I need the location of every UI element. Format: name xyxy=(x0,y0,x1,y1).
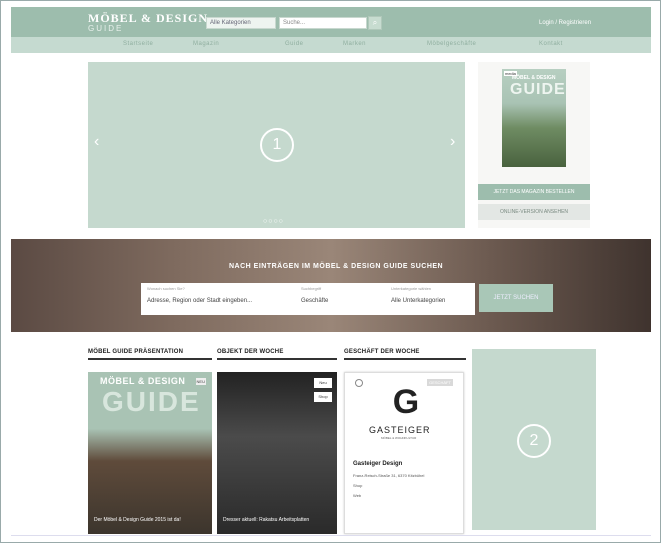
order-magazine-button[interactable]: JETZT DAS MAGAZIN BESTELLEN xyxy=(478,184,590,200)
card-badge: Shop xyxy=(314,392,332,402)
favorite-icon[interactable] xyxy=(355,379,363,387)
new-badge: NEU xyxy=(195,378,206,385)
site-logo-subtitle[interactable]: GUIDE xyxy=(88,24,123,33)
search-input[interactable]: Suche... xyxy=(279,17,367,29)
section-heading-objekt: OBJEKT DER WOCHE xyxy=(217,349,284,355)
slider-dots[interactable]: ○○○○ xyxy=(263,218,284,225)
shop-of-week-card[interactable]: GESCHÄFT G GASTEIGER MÖBEL & WOHNKULTUR … xyxy=(344,372,464,534)
card-badge: Neu xyxy=(314,378,332,388)
nav-item-magazin[interactable]: Magazin xyxy=(193,41,219,47)
magazine-panel: media MÖBEL & DESIGN GUIDE JETZT DAS MAG… xyxy=(478,62,590,228)
gasteiger-logo: G xyxy=(392,383,420,421)
shop-link[interactable]: Shop xyxy=(353,483,362,488)
nav-item-kontakt[interactable]: Kontakt xyxy=(539,41,563,47)
card-guide-text: GUIDE xyxy=(102,386,201,417)
section-heading-praesentation: MÖBEL GUIDE PRÄSENTATION xyxy=(88,349,184,355)
ad-placeholder[interactable]: 2 xyxy=(472,349,596,530)
chevron-left-icon[interactable]: ‹ xyxy=(94,134,99,150)
shop-address: Franz-Reisch-Straße 31, 6370 Kitzbühel xyxy=(353,473,425,478)
hero-slider[interactable]: ‹ › 1 ○○○○ xyxy=(88,62,465,228)
where-input[interactable]: Adresse, Region oder Stadt eingeben... xyxy=(147,298,252,304)
nav-item-guide[interactable]: Guide xyxy=(285,41,304,47)
card-caption[interactable]: Dresser aktuell: Rakatsu Arbeitsplatten xyxy=(223,517,331,524)
section-divider xyxy=(344,358,466,360)
top-header-bar: MÖBEL & DESIGN GUIDE Alle Kategorien Suc… xyxy=(11,7,651,37)
search-form: Wonach suchen Sie? Adresse, Region oder … xyxy=(141,283,475,315)
chevron-right-icon[interactable]: › xyxy=(450,134,455,150)
subcategory-select[interactable]: Alle Unterkategorien xyxy=(391,298,445,304)
ad-marker: 2 xyxy=(517,424,551,458)
search-band-title: NACH EINTRÄGEN IM MÖBEL & DESIGN GUIDE S… xyxy=(229,263,444,270)
presentation-card[interactable]: MÖBEL & DESIGN GUIDE NEU Der Möbel & Des… xyxy=(88,372,212,534)
section-divider xyxy=(217,358,337,360)
search-band: NACH EINTRÄGEN IM MÖBEL & DESIGN GUIDE S… xyxy=(11,239,651,332)
nav-item-moebelgeschaefte[interactable]: Möbelgeschäfte xyxy=(427,41,476,47)
main-nav: Startseite Magazin Guide Marken Möbelges… xyxy=(11,37,651,53)
shop-name-logo: GASTEIGER xyxy=(369,425,431,435)
subcategory-label: Unterkategorie wählen xyxy=(391,286,432,291)
type-select[interactable]: Geschäfte xyxy=(301,298,328,304)
section-heading-geschaeft: GESCHÄFT DER WOCHE xyxy=(344,349,420,355)
nav-item-startseite[interactable]: Startseite xyxy=(123,41,153,47)
shop-subtitle: MÖBEL & WOHNKULTUR xyxy=(381,436,417,440)
online-version-button[interactable]: ONLINE-VERSION ANSEHEN xyxy=(478,204,590,220)
shop-title[interactable]: Gasteiger Design xyxy=(353,461,402,467)
login-link[interactable]: Login / Registrieren xyxy=(539,20,591,26)
hero-marker: 1 xyxy=(260,128,294,162)
shop-web-link[interactable]: Web xyxy=(353,493,361,498)
nav-item-marken[interactable]: Marken xyxy=(343,41,366,47)
magazine-guide: GUIDE xyxy=(510,81,566,98)
search-icon[interactable]: ⌕ xyxy=(368,16,382,30)
magazine-cover[interactable]: media MÖBEL & DESIGN GUIDE xyxy=(502,69,566,167)
object-of-week-card[interactable]: Neu Shop Dresser aktuell: Rakatsu Arbeit… xyxy=(217,372,337,534)
category-select[interactable]: Alle Kategorien xyxy=(206,17,276,29)
card-caption[interactable]: Der Möbel & Design Guide 2015 ist da! xyxy=(94,517,202,524)
section-divider xyxy=(88,358,212,360)
search-submit-button[interactable]: JETZT SUCHEN xyxy=(479,284,553,312)
page-bottom-rule xyxy=(11,535,651,536)
type-label: Suchbegriff xyxy=(301,286,322,291)
where-label: Wonach suchen Sie? xyxy=(147,286,185,291)
card-title: MÖBEL & DESIGN xyxy=(100,376,186,386)
